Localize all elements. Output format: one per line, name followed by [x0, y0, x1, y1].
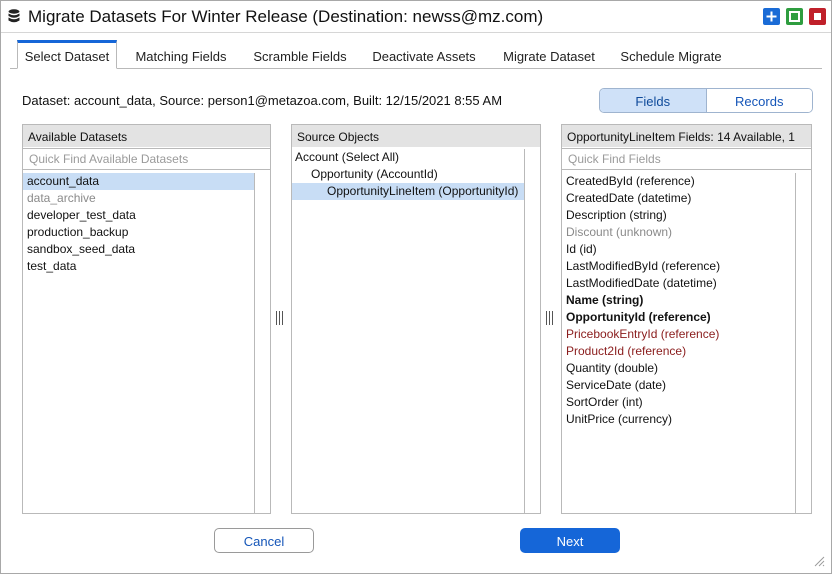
field-item[interactable]: LastModifiedById (reference) [562, 258, 795, 275]
available-datasets-search-input[interactable] [22, 148, 271, 170]
field-item[interactable]: Description (string) [562, 207, 795, 224]
add-window-button[interactable] [763, 8, 780, 25]
field-item[interactable]: OpportunityId (reference) [562, 309, 795, 326]
title-bar: Migrate Datasets For Winter Release (Des… [1, 1, 831, 33]
splitter-handle-left[interactable] [276, 311, 286, 325]
available-datasets-scrollbar[interactable] [254, 173, 270, 513]
list-item[interactable]: production_backup [23, 224, 254, 241]
close-icon [814, 13, 821, 20]
dataset-info-text: Dataset: account_data, Source: person1@m… [22, 93, 503, 108]
list-item[interactable]: data_archive [23, 190, 254, 207]
source-objects-tree: Account (Select All) Opportunity (Accoun… [292, 149, 524, 513]
list-item[interactable]: account_data [23, 173, 254, 190]
cancel-button[interactable]: Cancel [214, 528, 314, 553]
tab-scramble-fields[interactable]: Scramble Fields [245, 40, 355, 69]
tab-matching-fields[interactable]: Matching Fields [125, 40, 237, 69]
tab-migrate-dataset[interactable]: Migrate Dataset [493, 40, 605, 69]
fields-panel: OpportunityLineItem Fields: 14 Available… [561, 124, 812, 514]
tree-item[interactable]: OpportunityLineItem (OpportunityId) [292, 183, 524, 200]
field-item[interactable]: CreatedById (reference) [562, 173, 795, 190]
available-datasets-header: Available Datasets [23, 125, 270, 147]
field-item[interactable]: PricebookEntryId (reference) [562, 326, 795, 343]
view-toggle: Fields Records [599, 88, 813, 113]
available-datasets-panel: Available Datasets account_data data_arc… [22, 124, 271, 514]
source-objects-header: Source Objects [292, 125, 540, 147]
splitter-handle-right[interactable] [546, 311, 556, 325]
tree-item[interactable]: Opportunity (AccountId) [292, 166, 524, 183]
fields-scrollbar[interactable] [795, 173, 811, 513]
source-objects-panel: Source Objects Account (Select All) Oppo… [291, 124, 541, 514]
fields-list: CreatedById (reference) CreatedDate (dat… [562, 173, 795, 513]
close-window-button[interactable] [809, 8, 826, 25]
list-item[interactable]: test_data [23, 258, 254, 275]
maximize-window-button[interactable] [786, 8, 803, 25]
field-item[interactable]: UnitPrice (currency) [562, 411, 795, 428]
next-button[interactable]: Next [520, 528, 620, 553]
tab-deactivate-assets[interactable]: Deactivate Assets [363, 40, 485, 69]
fields-header: OpportunityLineItem Fields: 14 Available… [562, 125, 811, 147]
list-item[interactable]: developer_test_data [23, 207, 254, 224]
field-item[interactable]: ServiceDate (date) [562, 377, 795, 394]
fields-search-input[interactable] [561, 148, 812, 170]
field-item[interactable]: LastModifiedDate (datetime) [562, 275, 795, 292]
source-objects-scrollbar[interactable] [524, 149, 540, 513]
tab-select-dataset[interactable]: Select Dataset [17, 40, 117, 69]
maximize-icon [789, 11, 800, 22]
field-item[interactable]: Discount (unknown) [562, 224, 795, 241]
records-toggle-button[interactable]: Records [706, 89, 812, 112]
field-item[interactable]: Quantity (double) [562, 360, 795, 377]
database-icon [8, 9, 20, 23]
available-datasets-list: account_data data_archive developer_test… [23, 173, 254, 513]
field-item[interactable]: SortOrder (int) [562, 394, 795, 411]
field-item[interactable]: Id (id) [562, 241, 795, 258]
migrate-datasets-window: Migrate Datasets For Winter Release (Des… [0, 0, 832, 574]
window-title: Migrate Datasets For Winter Release (Des… [28, 7, 544, 26]
field-item[interactable]: Product2Id (reference) [562, 343, 795, 360]
tree-item[interactable]: Account (Select All) [292, 149, 524, 166]
field-item[interactable]: Name (string) [562, 292, 795, 309]
list-item[interactable]: sandbox_seed_data [23, 241, 254, 258]
fields-toggle-button[interactable]: Fields [600, 89, 707, 112]
tab-schedule-migrate[interactable]: Schedule Migrate [613, 40, 729, 69]
plus-icon [766, 11, 777, 22]
resize-grip-icon[interactable] [813, 555, 825, 567]
field-item[interactable]: CreatedDate (datetime) [562, 190, 795, 207]
